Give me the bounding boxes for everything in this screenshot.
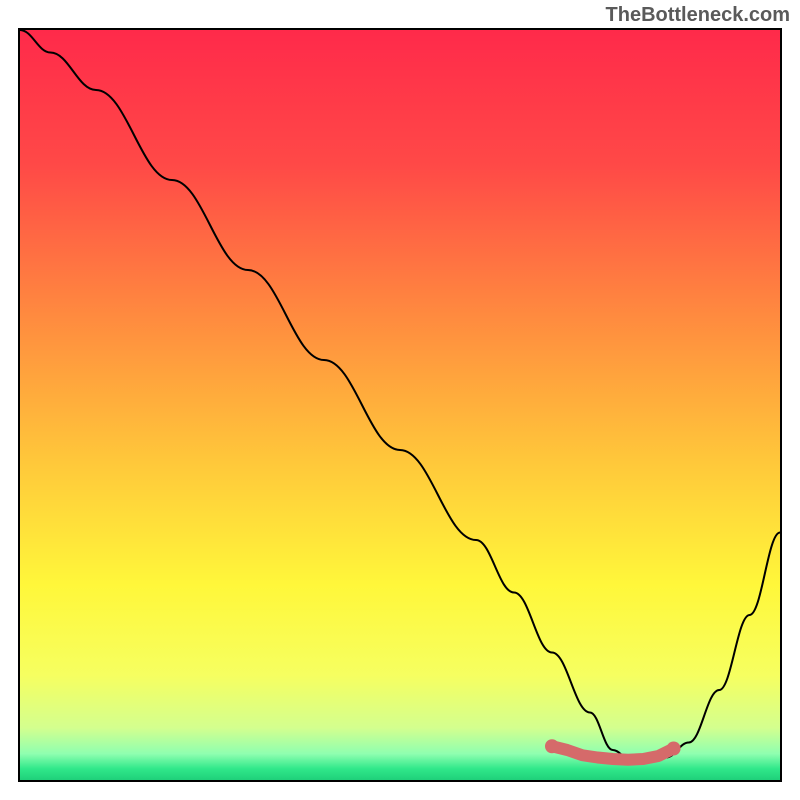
watermark-text: TheBottleneck.com xyxy=(606,4,790,27)
optimal-range-band xyxy=(552,746,674,760)
bottleneck-curve xyxy=(20,30,780,761)
bottleneck-chart: TheBottleneck.com xyxy=(0,0,800,800)
optimal-range-endpoint xyxy=(667,742,681,756)
curve-layer xyxy=(20,30,780,780)
optimal-range-endpoint xyxy=(545,739,559,753)
plot-area xyxy=(18,28,782,782)
